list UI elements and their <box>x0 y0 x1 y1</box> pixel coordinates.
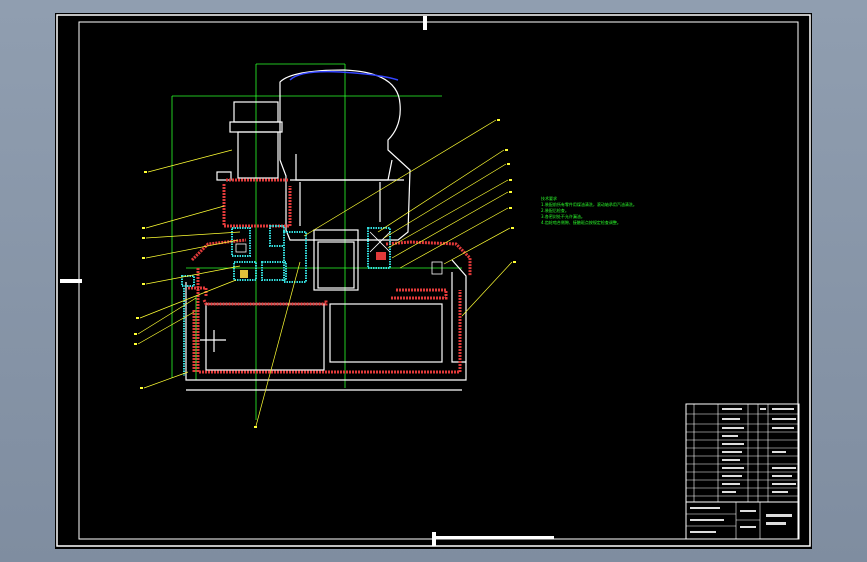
note-line-4: 4.齿轮啮合侧隙、接触斑点按规定检查调整。 <box>541 220 621 225</box>
bottom-center-mark <box>432 532 436 546</box>
inner-frame <box>78 21 799 540</box>
section-hatch-cyan <box>181 225 391 376</box>
housing-outline <box>185 69 467 391</box>
bottom-scale-mark <box>436 536 554 539</box>
technical-notes: 技术要求 1.装配前所有零件用煤油清洗，滚动轴承用汽油清洗。 2.装配后检查。 … <box>541 196 711 226</box>
cad-viewport[interactable]: 技术要求 1.装配前所有零件用煤油清洗，滚动轴承用汽油清洗。 2.装配后检查。 … <box>0 0 867 562</box>
dome-arc <box>289 70 399 81</box>
bearing-marker <box>376 252 386 260</box>
top-center-mark <box>423 16 427 30</box>
outer-frame <box>56 14 811 547</box>
cad-drawing <box>56 14 811 547</box>
title-block <box>685 403 800 540</box>
section-hatch-red <box>188 178 472 374</box>
gear-marker <box>240 270 248 278</box>
leader-ticks <box>134 119 516 428</box>
left-center-mark <box>60 279 82 283</box>
